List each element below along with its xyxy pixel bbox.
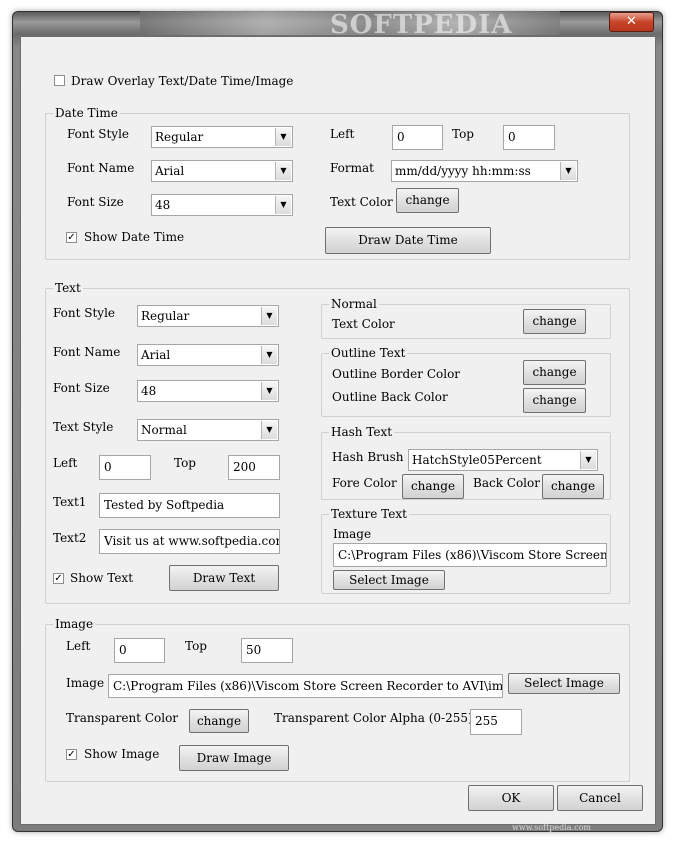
text-font-size-select[interactable]: 48 ▼ — [137, 380, 279, 402]
chevron-down-icon: ▼ — [275, 196, 291, 214]
chevron-down-icon: ▼ — [261, 421, 277, 439]
text-style-label: Text Style — [53, 420, 114, 434]
outline-back-color-change-button[interactable]: change — [523, 388, 586, 413]
datetime-left-label: Left — [330, 127, 355, 141]
datetime-group-title: Date Time — [53, 106, 120, 120]
chevron-down-icon: ▼ — [275, 162, 291, 180]
image-top-label: Top — [185, 639, 207, 653]
texture-subgroup-title: Texture Text — [329, 507, 409, 521]
outline-back-color-label: Outline Back Color — [332, 390, 448, 404]
datetime-text-color-change-button[interactable]: change — [396, 188, 459, 213]
transparent-alpha-input[interactable]: 255 — [470, 709, 522, 735]
footer-watermark: www.softpedia.com — [512, 823, 591, 832]
text1-input[interactable]: Tested by Softpedia — [99, 493, 280, 518]
close-button[interactable]: ✕ — [609, 12, 654, 32]
datetime-font-size-select[interactable]: 48 ▼ — [151, 194, 293, 216]
ok-button[interactable]: OK — [468, 785, 554, 811]
chevron-down-icon: ▼ — [580, 451, 596, 469]
texture-image-path-input[interactable]: C:\Program Files (x86)\Viscom Store Scre… — [333, 543, 607, 567]
text-top-label: Top — [174, 456, 196, 470]
datetime-left-input[interactable]: 0 — [392, 125, 443, 150]
text-font-style-label: Font Style — [53, 306, 116, 320]
hash-brush-select[interactable]: HatchStyle05Percent ▼ — [408, 449, 598, 471]
draw-overlay-checkbox[interactable] — [54, 75, 65, 86]
text-top-input[interactable]: 200 — [228, 455, 280, 480]
datetime-font-style-select[interactable]: Regular ▼ — [151, 126, 293, 148]
image-path-input[interactable]: C:\Program Files (x86)\Viscom Store Scre… — [108, 674, 503, 698]
datetime-font-style-label: Font Style — [67, 127, 130, 141]
hash-fore-color-label: Fore Color — [332, 476, 397, 490]
transparent-color-change-button[interactable]: change — [189, 709, 249, 733]
text-style-select[interactable]: Normal ▼ — [137, 419, 279, 441]
image-path-label: Image — [66, 676, 105, 690]
transparent-alpha-label: Transparent Color Alpha (0-255) — [274, 711, 473, 725]
show-image-checkbox[interactable]: ✓ — [66, 749, 77, 760]
texture-select-image-button[interactable]: Select Image — [333, 570, 445, 590]
draw-datetime-button[interactable]: Draw Date Time — [325, 227, 491, 254]
chevron-down-icon: ▼ — [275, 128, 291, 146]
chevron-down-icon: ▼ — [560, 162, 576, 180]
text2-input[interactable]: Visit us at www.softpedia.com — [99, 529, 280, 554]
title-watermark: SOFTPEDIA — [330, 10, 513, 40]
text-font-name-select[interactable]: Arial ▼ — [137, 344, 279, 366]
datetime-format-label: Format — [330, 161, 374, 175]
image-left-label: Left — [66, 639, 91, 653]
show-datetime-label: Show Date Time — [84, 230, 185, 244]
text1-label: Text1 — [53, 495, 87, 509]
outline-subgroup-title: Outline Text — [329, 346, 408, 360]
draw-text-button[interactable]: Draw Text — [169, 565, 279, 591]
texture-image-label: Image — [333, 527, 372, 541]
datetime-text-color-label: Text Color — [330, 195, 393, 209]
show-image-label: Show Image — [84, 747, 160, 761]
datetime-format-select[interactable]: mm/dd/yyyy hh:mm:ss ▼ — [391, 160, 578, 182]
cancel-button[interactable]: Cancel — [557, 785, 643, 811]
normal-text-color-change-button[interactable]: change — [523, 309, 586, 334]
image-left-input[interactable]: 0 — [114, 638, 165, 663]
hash-subgroup-title: Hash Text — [329, 425, 395, 439]
chevron-down-icon: ▼ — [261, 307, 277, 325]
text-group-title: Text — [53, 281, 83, 295]
outline-border-color-label: Outline Border Color — [332, 367, 461, 381]
datetime-font-size-label: Font Size — [67, 195, 124, 209]
outline-border-color-change-button[interactable]: change — [523, 360, 586, 385]
image-group-title: Image — [53, 617, 96, 631]
datetime-top-input[interactable]: 0 — [503, 125, 555, 150]
hash-back-color-label: Back Color — [473, 476, 540, 490]
chevron-down-icon: ▼ — [261, 346, 277, 364]
datetime-top-label: Top — [452, 127, 474, 141]
transparent-color-label: Transparent Color — [66, 711, 179, 725]
text-font-size-label: Font Size — [53, 381, 110, 395]
hash-back-color-change-button[interactable]: change — [542, 474, 604, 499]
normal-subgroup-title: Normal — [329, 297, 379, 311]
datetime-font-name-label: Font Name — [67, 161, 135, 175]
text-font-name-label: Font Name — [53, 345, 121, 359]
draw-image-button[interactable]: Draw Image — [179, 745, 289, 771]
hash-brush-label: Hash Brush — [332, 450, 404, 464]
text-left-label: Left — [53, 456, 78, 470]
text-left-input[interactable]: 0 — [99, 455, 151, 480]
datetime-font-name-select[interactable]: Arial ▼ — [151, 160, 293, 182]
show-text-checkbox[interactable]: ✓ — [53, 573, 64, 584]
draw-overlay-label: Draw Overlay Text/Date Time/Image — [71, 74, 294, 88]
text2-label: Text2 — [53, 531, 87, 545]
hash-fore-color-change-button[interactable]: change — [402, 474, 464, 499]
text-font-style-select[interactable]: Regular ▼ — [137, 305, 279, 327]
normal-text-color-label: Text Color — [332, 317, 395, 331]
show-datetime-checkbox[interactable]: ✓ — [66, 232, 77, 243]
image-top-input[interactable]: 50 — [241, 638, 293, 663]
image-select-image-button[interactable]: Select Image — [508, 673, 620, 694]
chevron-down-icon: ▼ — [261, 382, 277, 400]
show-text-label: Show Text — [70, 571, 134, 585]
